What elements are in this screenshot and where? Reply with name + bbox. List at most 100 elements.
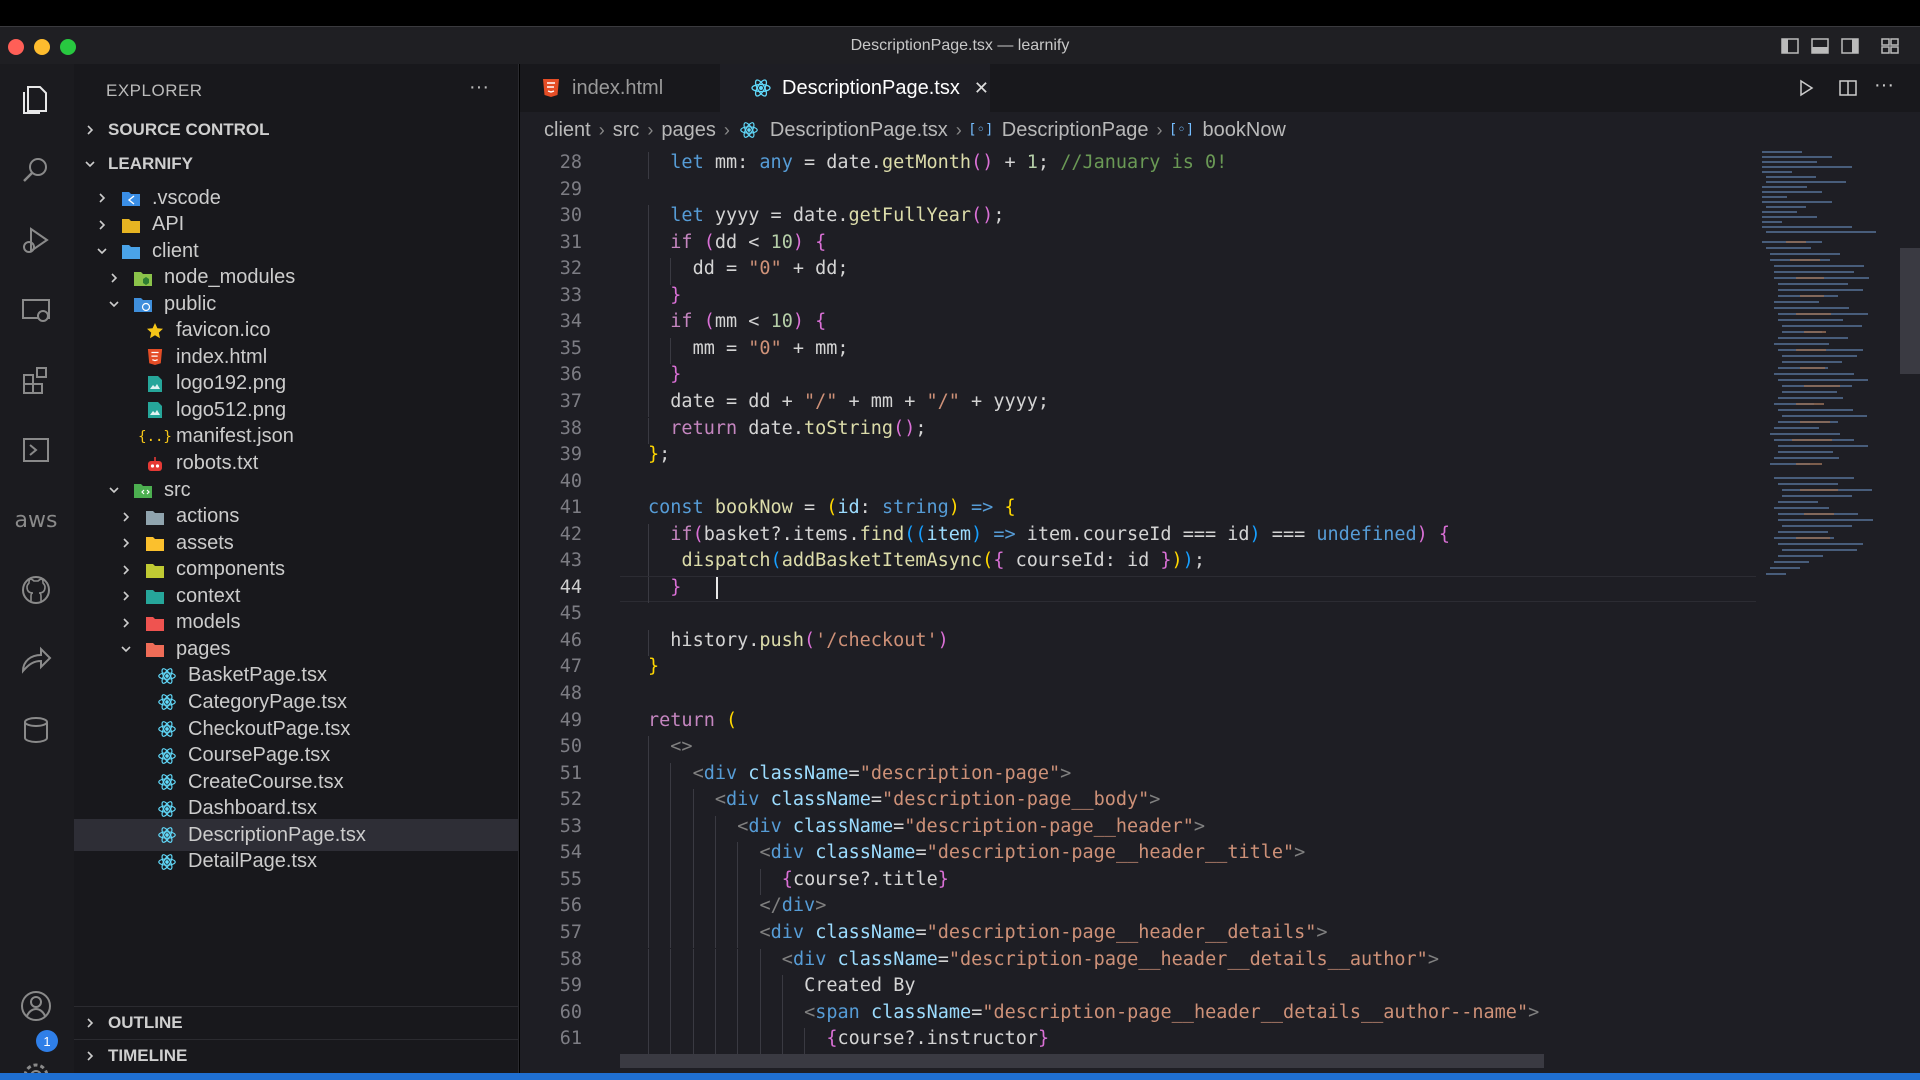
code-token: let (670, 205, 704, 227)
code-token: = (971, 1001, 983, 1023)
code-token: ( (703, 231, 715, 253)
tree-item-label: logo192.png (176, 372, 287, 395)
tree-item-label: src (164, 478, 191, 501)
explorer-icon[interactable] (14, 78, 58, 122)
code-token: dispatch (681, 550, 771, 572)
editor-more-button[interactable]: ··· (1874, 74, 1894, 97)
accounts-icon[interactable] (14, 984, 58, 1028)
code-token: "0" (748, 337, 782, 359)
indent-guide (692, 1001, 694, 1029)
toggle-panel-icon[interactable] (1810, 36, 1830, 56)
code-token: ; (659, 444, 671, 466)
code-token: '/checkout' (815, 629, 938, 651)
chevron-down-icon (106, 296, 122, 312)
breadcrumb-pages[interactable]: pages (661, 119, 716, 142)
code-token: basket?.items. (703, 523, 860, 545)
code-token: > (1193, 815, 1206, 837)
indent-guide (648, 1028, 649, 1055)
run-file-icon[interactable] (1796, 78, 1816, 98)
database-icon[interactable] (14, 708, 58, 752)
section-learnify[interactable]: LEARNIFY (74, 148, 518, 180)
code-token: > (1149, 789, 1161, 811)
react-icon (750, 77, 772, 99)
section-source-control[interactable]: SOURCE CONTROL (74, 114, 518, 146)
tree-item-detailpage-tsx[interactable]: DetailPage.tsx (74, 846, 518, 878)
customize-layout-icon[interactable] (1880, 36, 1900, 56)
code-token: () (971, 152, 994, 173)
indent-guide (670, 1028, 672, 1055)
tab-index-html[interactable]: index.html (520, 64, 720, 112)
code-editor[interactable]: 28 let mm: any = date.getMonth() + 1; //J… (520, 148, 1756, 1080)
search-icon[interactable] (14, 148, 58, 192)
code-token: ) (792, 311, 804, 333)
explorer-more-button[interactable]: ··· (469, 76, 489, 99)
line-number: 61 (559, 1028, 582, 1050)
code-token: </ (759, 895, 782, 917)
code-token: 1 (1026, 152, 1038, 173)
indent-guide (759, 1028, 761, 1055)
code-token: div (770, 842, 805, 864)
breadcrumb-symbol-function[interactable]: [◦] bookNow (1169, 119, 1286, 142)
live-share-icon[interactable] (14, 638, 58, 682)
extensions-icon[interactable] (14, 358, 58, 402)
react-icon (156, 824, 178, 846)
symbol-variable-icon: [◦] (968, 122, 994, 138)
indent-guide (737, 975, 739, 1002)
breadcrumb-symbol-component[interactable]: [◦] DescriptionPage (968, 119, 1148, 142)
code-token: = (937, 948, 949, 970)
minimap[interactable] (1756, 148, 1906, 1073)
breadcrumb-client[interactable]: client (544, 119, 591, 142)
code-token: date. (737, 417, 804, 439)
code-token: ) (948, 497, 960, 519)
remote-explorer-icon[interactable] (14, 288, 58, 332)
code-token: } (648, 444, 660, 466)
code-token: ( (982, 550, 994, 572)
line-number: 48 (559, 683, 582, 704)
line-number: 41 (559, 497, 582, 519)
indent-guide (670, 815, 672, 843)
code-token: getFullYear (848, 205, 972, 227)
line-number: 39 (559, 444, 582, 466)
indent-guide (648, 1001, 649, 1029)
code-token: "description-page__header__details" (926, 921, 1317, 943)
code-token: ) (1182, 550, 1194, 572)
code-token: course?.title (792, 868, 938, 890)
section-outline[interactable]: OUTLINE (74, 1006, 518, 1038)
code-token: ( (725, 709, 738, 731)
chevron-right-icon (118, 588, 134, 604)
chevron-right-icon (82, 1015, 98, 1031)
section-timeline[interactable]: TIMELINE (74, 1039, 518, 1071)
tab-close-button[interactable]: ✕ (974, 78, 989, 99)
toggle-secondary-sidebar-icon[interactable] (1840, 36, 1860, 56)
code-token: className (815, 842, 916, 864)
indent-guide (670, 762, 672, 790)
code-line: } (670, 577, 681, 598)
chevron-down-icon (118, 641, 134, 657)
indent-guide (670, 895, 672, 922)
breadcrumb-file[interactable]: DescriptionPage.tsx (738, 119, 948, 142)
node-folder-icon (132, 267, 154, 289)
tab-descriptionpage-tsx[interactable]: DescriptionPage.tsx ✕ (720, 64, 990, 112)
vertical-scrollbar[interactable] (1900, 248, 1920, 374)
terminal-icon[interactable] (14, 428, 58, 472)
aws-icon[interactable]: aws (14, 498, 58, 542)
toggle-primary-sidebar-icon[interactable] (1780, 36, 1800, 56)
code-token: { (815, 231, 827, 253)
run-debug-icon[interactable] (14, 218, 58, 262)
indent-guide (648, 284, 649, 312)
code-line: <span className="description-page__heade… (804, 1002, 1539, 1023)
folder-icon (144, 612, 166, 634)
github-icon[interactable] (14, 568, 58, 612)
split-editor-icon[interactable] (1838, 78, 1858, 98)
code-token: > (1060, 762, 1072, 784)
horizontal-scrollbar[interactable] (620, 1054, 1544, 1068)
indent-guide (648, 576, 649, 604)
code-token: { (826, 1028, 838, 1050)
indent-guide (714, 868, 716, 896)
code-token: let (670, 152, 704, 173)
breadcrumb-src[interactable]: src (613, 119, 640, 142)
